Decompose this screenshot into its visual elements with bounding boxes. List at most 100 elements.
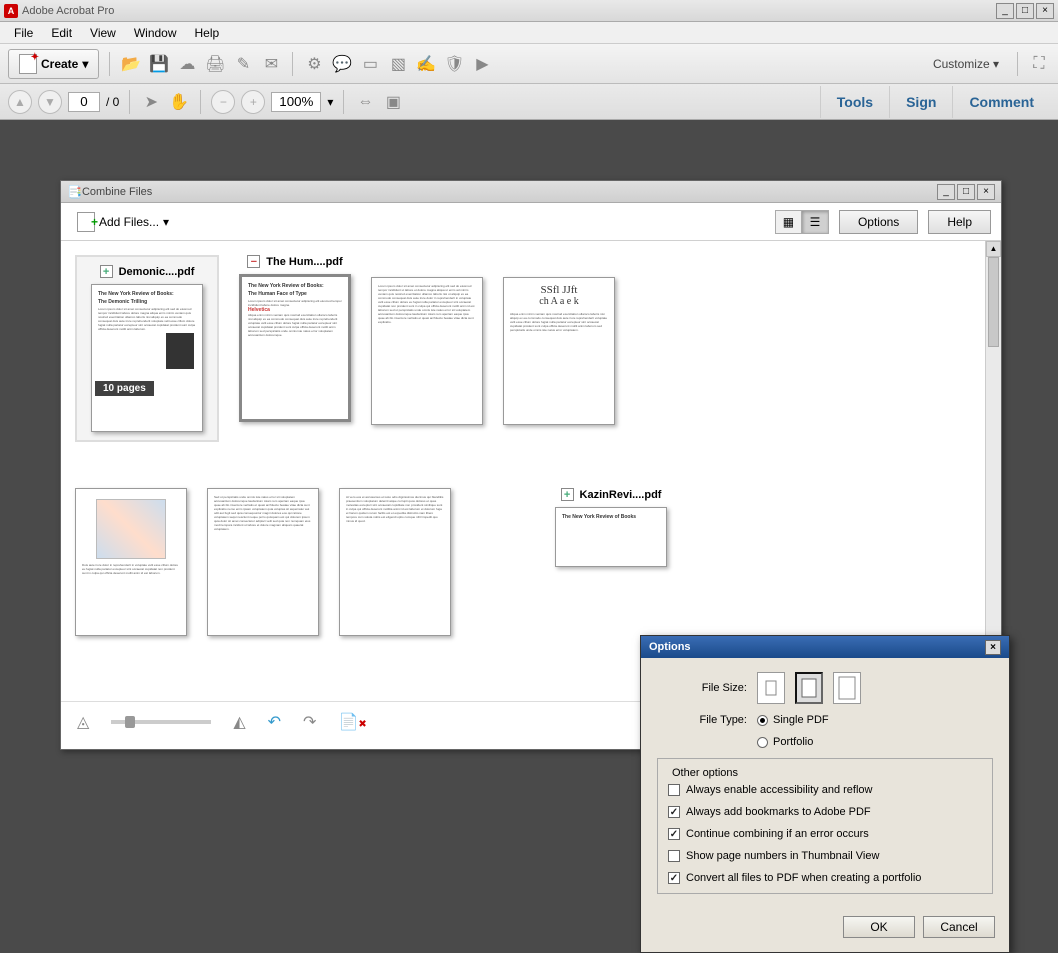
page-thumbnail-item[interactable]: SSfl JJft ch A a e k Aliqua enim minim v… [503,255,615,442]
protect-icon[interactable]: 🛡 [443,53,465,75]
maximize-button[interactable]: □ [1016,3,1034,19]
page-thumbnail-item[interactable]: Duis aute irure dolor in reprehenderit i… [75,488,187,636]
print-icon[interactable]: 🖨 [204,53,226,75]
menu-file[interactable]: File [6,24,41,42]
fit-page-icon[interactable]: ▣ [382,91,404,113]
page-thumbnail[interactable]: Sed ut perspiciatis unde omnis iste natu… [207,488,319,636]
page-thumbnail[interactable]: The New York Review of Books: The Demoni… [91,284,203,432]
page-thumbnail-item[interactable]: Lorem ipsum dolor sit amet consectetur a… [371,255,483,442]
zoom-in-button[interactable]: + [241,90,265,114]
multimedia-icon[interactable]: ▧ [387,53,409,75]
fullscreen-icon[interactable]: ⛶ [1028,53,1050,75]
collapse-icon[interactable]: − [247,255,260,268]
document-item-hum[interactable]: − The Hum....pdf The New York Review of … [239,255,351,442]
action-icon[interactable]: ▶ [471,53,493,75]
dropdown-arrow-icon: ▾ [82,57,88,71]
menu-view[interactable]: View [82,24,124,42]
sign-icon[interactable]: ✍ [415,53,437,75]
checkbox-continue-error[interactable]: ✓ Continue combining if an error occurs [668,823,982,845]
redo-icon[interactable]: ↷ [303,712,316,732]
menu-window[interactable]: Window [126,24,185,42]
form-icon[interactable]: ▭ [359,53,381,75]
radio-icon [757,737,768,748]
expand-icon[interactable]: + [100,265,113,278]
app-title: Adobe Acrobat Pro [22,5,114,17]
page-thumbnail-item[interactable]: Sed ut perspiciatis unde omnis iste natu… [207,488,319,636]
comment-panel-link[interactable]: Comment [952,86,1050,118]
vertical-scrollbar[interactable]: ▲ ▼ [985,241,1001,701]
checkbox-accessibility[interactable]: Always enable accessibility and reflow [668,779,982,801]
list-view-button[interactable]: ☰ [802,211,828,233]
create-pdf-icon [19,54,37,74]
create-button[interactable]: Create ▾ [8,49,99,79]
select-tool-icon[interactable]: ➤ [140,91,162,113]
fit-width-icon[interactable]: ⇔ [354,91,376,113]
expand-icon[interactable]: + [561,488,574,501]
file-size-default-button[interactable] [795,672,823,704]
add-files-button[interactable]: Add Files... ▾ [71,208,175,236]
scroll-up-button[interactable]: ▲ [986,241,1001,257]
edit-icon[interactable]: ✎ [232,53,254,75]
close-button[interactable]: × [1036,3,1054,19]
checkbox-page-numbers[interactable]: Show page numbers in Thumbnail View [668,845,982,867]
open-icon[interactable]: 📂 [120,53,142,75]
checkbox-convert-portfolio[interactable]: ✓ Convert all files to PDF when creating… [668,867,982,889]
portrait-image [166,333,194,369]
page-thumbnail[interactable]: Duis aute irure dolor in reprehenderit i… [75,488,187,636]
menu-edit[interactable]: Edit [43,24,80,42]
scroll-thumb[interactable] [988,257,999,347]
checkbox-bookmarks[interactable]: ✓ Always add bookmarks to Adobe PDF [668,801,982,823]
cancel-button[interactable]: Cancel [923,916,995,938]
zoom-out-thumb-icon[interactable]: ◬ [77,712,89,732]
radio-single-pdf[interactable]: Single PDF [757,714,829,726]
app-icon: A [4,4,18,18]
zoom-dropdown-icon[interactable]: ▾ [327,95,333,109]
zoom-input[interactable] [271,92,321,112]
customize-dropdown[interactable]: Customize ▾ [925,53,1007,75]
create-label: Create [41,57,78,71]
minimize-button[interactable]: _ [996,3,1014,19]
map-image [96,499,166,559]
combine-maximize-button[interactable]: □ [957,184,975,200]
prev-page-button[interactable]: ▲ [8,90,32,114]
page-thumbnail[interactable]: Lorem ipsum dolor sit amet consectetur a… [371,277,483,425]
page-thumbnail[interactable]: SSfl JJft ch A a e k Aliqua enim minim v… [503,277,615,425]
combine-title: Combine Files [82,186,152,198]
document-item-demonic[interactable]: + Demonic....pdf The New York Review of … [75,255,219,442]
save-icon[interactable]: 💾 [148,53,170,75]
add-files-label: Add Files... [99,215,159,229]
combine-close-button[interactable]: × [977,184,995,200]
combine-minimize-button[interactable]: _ [937,184,955,200]
page-number-input[interactable] [68,92,100,112]
undo-icon[interactable]: ↶ [268,712,281,732]
radio-portfolio[interactable]: Portfolio [757,736,813,748]
page-thumbnail[interactable]: At vero eos et accusamus et iusto odio d… [339,488,451,636]
remove-icon[interactable]: 📄✖ [338,712,366,732]
view-toggle: ▦ ☰ [775,210,829,234]
slider-thumb[interactable] [125,716,135,728]
cloud-icon[interactable]: ☁ [176,53,198,75]
help-button[interactable]: Help [928,210,991,234]
zoom-out-button[interactable]: − [211,90,235,114]
gear-icon[interactable]: ⚙ [303,53,325,75]
comment-icon[interactable]: 💬 [331,53,353,75]
hand-tool-icon[interactable]: ✋ [168,91,190,113]
options-button[interactable]: Options [839,210,918,234]
tools-panel-link[interactable]: Tools [820,86,889,118]
mail-icon[interactable]: ✉ [260,53,282,75]
thumbnail-view-button[interactable]: ▦ [776,211,802,233]
ok-button[interactable]: OK [843,916,915,938]
file-size-large-button[interactable] [833,672,861,704]
file-size-small-button[interactable] [757,672,785,704]
file-size-label: File Size: [657,682,747,694]
sign-panel-link[interactable]: Sign [889,86,952,118]
page-thumbnail-selected[interactable]: The New York Review of Books: The Human … [239,274,351,422]
page-thumbnail[interactable]: The New York Review of Books [555,507,667,567]
document-item-kazin[interactable]: + KazinRevi....pdf The New York Review o… [555,488,667,636]
thumbnail-size-slider[interactable] [111,720,211,724]
menu-help[interactable]: Help [187,24,228,42]
page-thumbnail-item[interactable]: At vero eos et accusamus et iusto odio d… [339,488,451,636]
zoom-in-thumb-icon[interactable]: ◭ [233,712,245,732]
next-page-button[interactable]: ▼ [38,90,62,114]
options-close-button[interactable]: × [985,640,1001,655]
